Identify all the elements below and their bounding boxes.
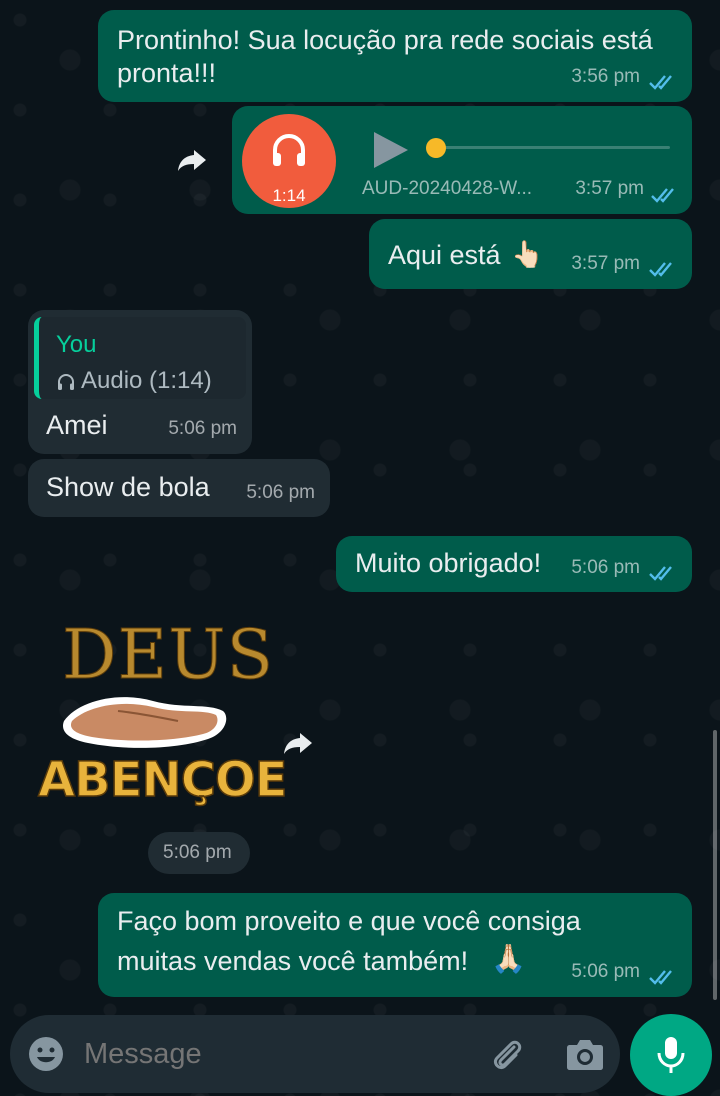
attach-icon[interactable] — [488, 1035, 526, 1073]
quoted-message[interactable]: You Audio (1:14) — [34, 317, 246, 399]
mic-icon — [657, 1037, 685, 1073]
headphones-icon — [58, 374, 74, 390]
read-ticks-icon — [649, 75, 672, 90]
message-bubble-outgoing[interactable]: Prontinho! Sua locução pra rede sociais … — [98, 10, 692, 102]
message-text: Prontinho! Sua locução pra rede sociais … — [117, 25, 653, 55]
hand-sticker-icon — [63, 697, 227, 748]
message-text: Amei — [46, 410, 108, 440]
message-bubble-incoming[interactable]: You Audio (1:14) Amei 5:06 pm — [28, 310, 252, 454]
sticker-message[interactable]: DEUS ABENÇOE — [30, 615, 288, 825]
scrollbar[interactable] — [713, 730, 717, 1000]
message-text: pronta!!! — [117, 58, 217, 88]
message-text: muitas vendas você também! — [117, 946, 469, 976]
message-input[interactable] — [84, 1033, 464, 1075]
mic-button[interactable] — [630, 1014, 712, 1096]
forward-icon[interactable] — [282, 731, 314, 755]
quote-text: Audio (1:14) — [81, 367, 212, 394]
audio-avatar: 1:14 — [242, 114, 336, 208]
message-text: Faço bom proveito e que você consiga — [117, 906, 581, 936]
message-time: 5:06 pm — [168, 418, 237, 439]
message-time: 5:06 pm — [571, 557, 640, 578]
message-bubble-outgoing[interactable]: Muito obrigado! 5:06 pm — [336, 536, 692, 592]
audio-filename: AUD-20240428-W... — [362, 178, 533, 199]
message-emoji: 👆🏻 — [511, 239, 544, 269]
message-text: Muito obrigado! — [355, 548, 542, 578]
message-time: 5:06 pm — [163, 842, 232, 863]
audio-progress-dot[interactable] — [426, 138, 446, 158]
sticker-time-pill: 5:06 pm — [148, 832, 250, 874]
message-bubble-incoming[interactable]: Show de bola 5:06 pm — [28, 459, 330, 517]
message-time: 5:06 pm — [246, 482, 315, 503]
audio-message-bubble[interactable]: 1:14 AUD-20240428-W... 3:57 pm — [232, 106, 692, 214]
message-text: Aqui está — [388, 240, 501, 270]
message-bubble-outgoing[interactable]: Aqui está 👆🏻 3:57 pm — [369, 219, 692, 289]
message-composer[interactable] — [10, 1015, 620, 1093]
forward-icon[interactable] — [176, 148, 208, 172]
message-text: Show de bola — [46, 472, 210, 502]
camera-icon[interactable] — [566, 1037, 604, 1071]
quote-author: You — [56, 331, 97, 358]
message-time: 3:57 pm — [575, 178, 644, 199]
message-time: 5:06 pm — [571, 961, 640, 982]
read-ticks-icon — [651, 188, 674, 203]
message-bubble-outgoing[interactable]: Faço bom proveito e que você consiga mui… — [98, 893, 692, 997]
read-ticks-icon — [649, 262, 672, 277]
message-time: 3:57 pm — [571, 253, 640, 274]
message-time: 3:56 pm — [571, 66, 640, 87]
play-icon[interactable] — [372, 130, 410, 170]
headphones-icon — [273, 134, 305, 166]
message-emoji: 🙏🏻 — [491, 943, 526, 974]
audio-progress-track[interactable] — [432, 146, 670, 149]
read-ticks-icon — [649, 566, 672, 581]
emoji-icon[interactable] — [28, 1036, 64, 1072]
audio-duration: 1:14 — [272, 186, 306, 205]
read-ticks-icon — [649, 970, 672, 985]
sticker-text-bottom: ABENÇOE — [37, 751, 288, 809]
